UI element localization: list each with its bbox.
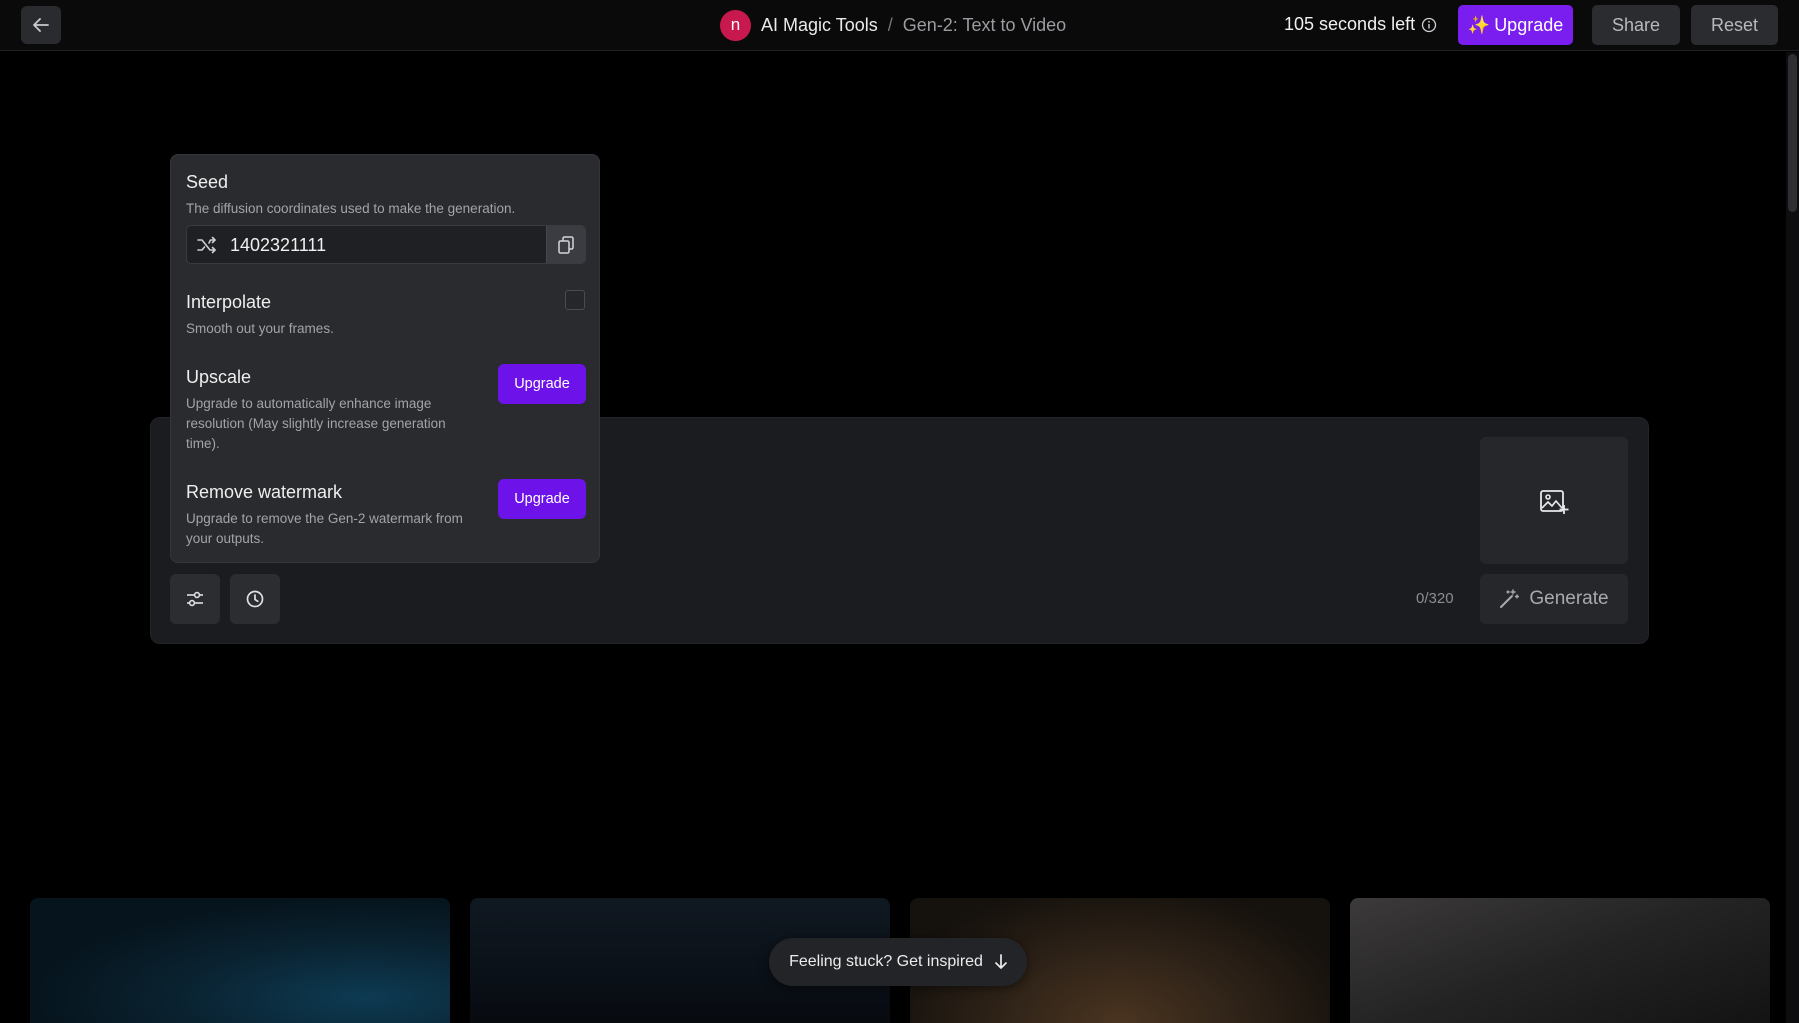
- gallery-tile[interactable]: [1350, 898, 1770, 1023]
- breadcrumb-app[interactable]: AI Magic Tools: [761, 15, 878, 36]
- watermark-description: Upgrade to remove the Gen-2 watermark fr…: [186, 511, 463, 546]
- settings-button[interactable]: [170, 574, 220, 624]
- back-button[interactable]: [21, 6, 61, 44]
- upscale-upgrade-button[interactable]: Upgrade: [498, 364, 586, 404]
- settings-popover: Seed The diffusion coordinates used to m…: [170, 154, 600, 563]
- gallery-tile[interactable]: [30, 898, 450, 1023]
- history-button[interactable]: [230, 574, 280, 624]
- get-inspired-button[interactable]: Feeling stuck? Get inspired: [769, 938, 1027, 986]
- generate-button-label: Generate: [1529, 588, 1609, 609]
- share-button[interactable]: Share: [1592, 5, 1680, 45]
- image-add-icon: [1540, 489, 1569, 514]
- magic-wand-icon: [1500, 589, 1520, 608]
- character-count: 0/320: [1416, 590, 1454, 607]
- avatar[interactable]: n: [720, 9, 751, 41]
- copy-icon: [558, 235, 574, 254]
- interpolate-checkbox[interactable]: [565, 290, 585, 310]
- breadcrumb: n AI Magic Tools / Gen-2: Text to Video: [720, 9, 1067, 41]
- time-left-label: 105 seconds left: [1284, 14, 1416, 34]
- shuffle-icon[interactable]: [197, 236, 217, 254]
- arrow-down-icon: [995, 954, 1007, 969]
- get-inspired-label: Feeling stuck? Get inspired: [789, 953, 983, 970]
- upgrade-button[interactable]: ✨ Upgrade: [1458, 5, 1573, 45]
- arrow-left-icon: [33, 18, 49, 32]
- seed-title: Seed: [186, 172, 229, 192]
- seed-input[interactable]: 1402321111: [230, 235, 326, 256]
- sliders-icon: [187, 591, 203, 607]
- time-left: 105 seconds left: [1284, 14, 1437, 35]
- upscale-title: Upscale: [186, 367, 252, 387]
- watermark-title: Remove watermark: [186, 482, 343, 502]
- breadcrumb-separator: /: [887, 14, 893, 35]
- info-icon[interactable]: [1421, 17, 1437, 33]
- interpolate-title: Interpolate: [186, 292, 272, 312]
- reset-button[interactable]: Reset: [1691, 5, 1778, 45]
- seed-field[interactable]: 1402321111: [186, 225, 586, 264]
- breadcrumb-page: Gen-2: Text to Video: [902, 14, 1067, 35]
- clock-icon: [246, 590, 264, 608]
- sparkle-icon: ✨: [1467, 14, 1491, 35]
- seed-description: The diffusion coordinates used to make t…: [186, 201, 516, 216]
- image-upload-button[interactable]: [1480, 437, 1628, 564]
- interpolate-description: Smooth out your frames.: [186, 321, 334, 336]
- upgrade-button-label: Upgrade: [1494, 14, 1564, 35]
- copy-seed-button[interactable]: [546, 226, 585, 263]
- generate-button[interactable]: Generate: [1480, 574, 1628, 624]
- watermark-upgrade-button[interactable]: Upgrade: [498, 479, 586, 519]
- scrollbar-thumb[interactable]: [1788, 54, 1797, 212]
- top-bar: n AI Magic Tools / Gen-2: Text to Video …: [0, 0, 1799, 51]
- upscale-description: Upgrade to automatically enhance image r…: [186, 396, 446, 451]
